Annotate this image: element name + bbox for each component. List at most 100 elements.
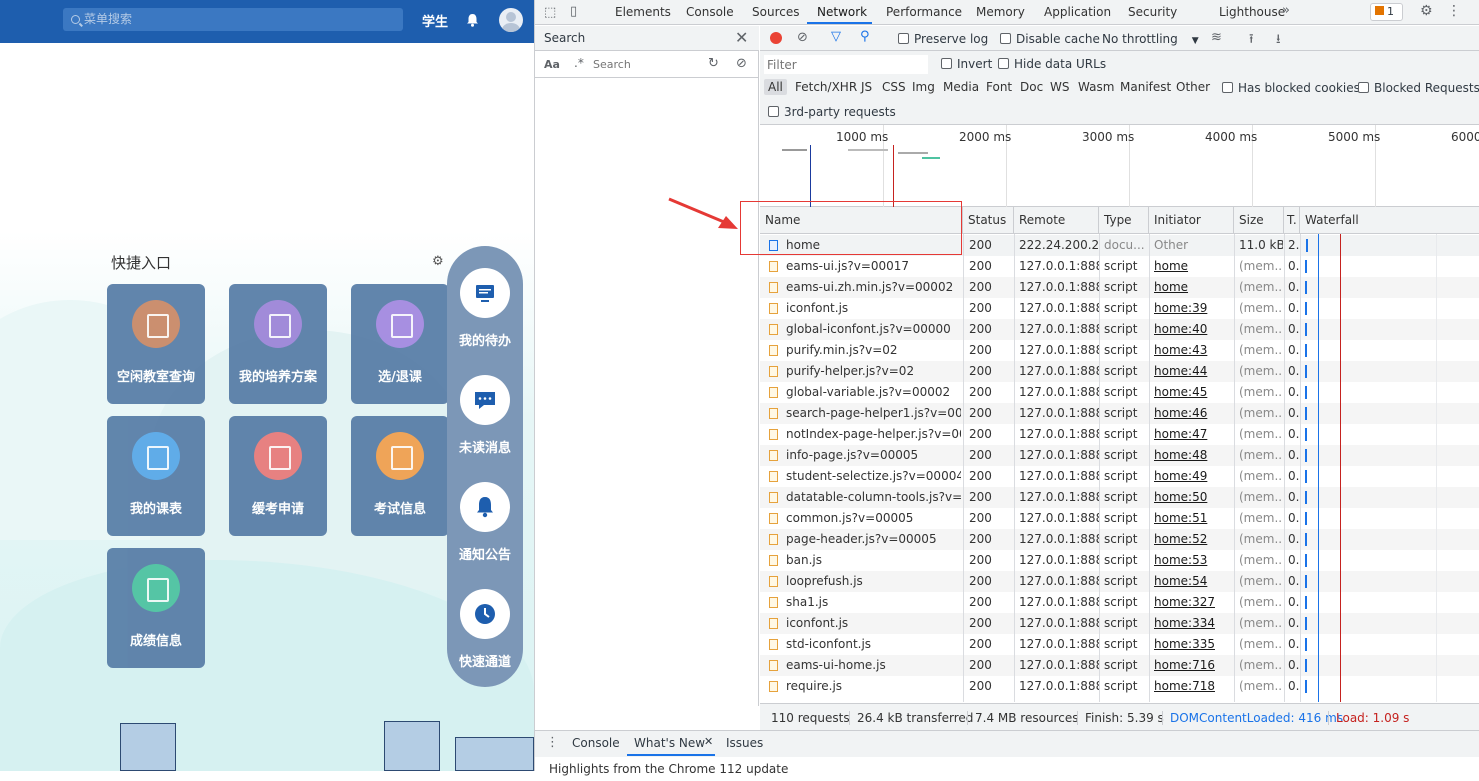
- column-header-size[interactable]: Size: [1234, 207, 1284, 234]
- bell-icon[interactable]: [466, 13, 479, 27]
- tile-free-classroom[interactable]: 空闲教室查询: [107, 284, 205, 404]
- inspect-element-icon[interactable]: ⬚: [544, 5, 556, 20]
- filter-js[interactable]: JS: [861, 80, 872, 94]
- cell-initiator[interactable]: home:49: [1154, 466, 1232, 487]
- cell-initiator[interactable]: home:334: [1154, 613, 1232, 634]
- filter-fetch-xhr[interactable]: Fetch/XHR: [795, 80, 857, 94]
- checkbox[interactable]: [768, 106, 779, 117]
- column-header-type[interactable]: Type: [1099, 207, 1149, 234]
- cell-initiator[interactable]: home:44: [1154, 361, 1232, 382]
- match-case-button[interactable]: Aa: [544, 58, 560, 71]
- cell-initiator[interactable]: home:47: [1154, 424, 1232, 445]
- column-header-status[interactable]: Status: [963, 207, 1014, 234]
- cell-initiator[interactable]: home:51: [1154, 508, 1232, 529]
- table-row[interactable]: std-iconfont.js 200 127.0.0.1:8888 script ho…: [760, 634, 1479, 655]
- tab-elements[interactable]: Elements: [615, 5, 671, 19]
- table-row[interactable]: looprefush.js 200 127.0.0.1:8888 script home…: [760, 571, 1479, 592]
- table-row[interactable]: iconfont.js 200 127.0.0.1:8888 script home:3…: [760, 298, 1479, 319]
- search-icon[interactable]: ⚲: [860, 29, 870, 44]
- table-row[interactable]: purify.min.js?v=02 200 127.0.0.1:8888 scrip…: [760, 340, 1479, 361]
- filter-doc[interactable]: Doc: [1020, 80, 1043, 94]
- checkbox[interactable]: [998, 58, 1009, 69]
- tile-my-timetable[interactable]: 我的课表: [107, 416, 205, 536]
- cell-initiator[interactable]: home:327: [1154, 592, 1232, 613]
- issues-badge[interactable]: 1: [1370, 3, 1403, 21]
- checkbox[interactable]: [941, 58, 952, 69]
- tile-exam-info[interactable]: 考试信息: [351, 416, 449, 536]
- cell-initiator[interactable]: home:716: [1154, 655, 1232, 676]
- table-row[interactable]: student-selectize.js?v=00004 200 127.0.0.1…: [760, 466, 1479, 487]
- close-icon[interactable]: ✕: [735, 28, 748, 47]
- table-row[interactable]: sha1.js 200 127.0.0.1:8888 script home:327 (m…: [760, 592, 1479, 613]
- tab-console[interactable]: Console: [686, 5, 734, 19]
- avatar[interactable]: [499, 8, 523, 32]
- regex-button[interactable]: .*: [574, 56, 584, 70]
- table-row[interactable]: page-header.js?v=00005 200 127.0.0.1:8888 s…: [760, 529, 1479, 550]
- todo-button[interactable]: [460, 268, 510, 318]
- table-row[interactable]: datatable-column-tools.js?v=0... 200 127.0…: [760, 487, 1479, 508]
- tab-lighthouse[interactable]: Lighthouse: [1219, 5, 1285, 19]
- throttling-select[interactable]: No throttling ▼: [1102, 32, 1199, 46]
- disable-cache-checkbox[interactable]: Disable cache: [1000, 32, 1100, 46]
- filter-icon[interactable]: ▽: [831, 29, 841, 44]
- third-party-checkbox[interactable]: 3rd-party requests: [768, 105, 896, 119]
- record-icon[interactable]: [770, 32, 782, 44]
- cell-initiator[interactable]: home: [1154, 277, 1232, 298]
- timeline-overview[interactable]: 1000 ms 2000 ms 3000 ms 4000 ms 5000 ms …: [760, 125, 1479, 207]
- table-row[interactable]: global-iconfont.js?v=00000 200 127.0.0.1:8…: [760, 319, 1479, 340]
- cell-initiator[interactable]: home:52: [1154, 529, 1232, 550]
- more-tabs-icon[interactable]: »: [1282, 3, 1290, 18]
- table-row[interactable]: notIndex-page-helper.js?v=00... 200 127.0.…: [760, 424, 1479, 445]
- menu-search-input[interactable]: 菜单搜索: [63, 8, 403, 31]
- search-input[interactable]: [593, 55, 699, 74]
- filter-media[interactable]: Media: [943, 80, 979, 94]
- drawer-tab-whats-new[interactable]: What's New: [634, 736, 705, 750]
- table-row[interactable]: common.js?v=00005 200 127.0.0.1:8888 script…: [760, 508, 1479, 529]
- filter-wasm[interactable]: Wasm: [1078, 80, 1114, 94]
- table-row[interactable]: ban.js 200 127.0.0.1:8888 script home:53 (mem…: [760, 550, 1479, 571]
- preserve-log-checkbox[interactable]: Preserve log: [898, 32, 988, 46]
- cell-initiator[interactable]: home:718: [1154, 676, 1232, 697]
- tab-sources[interactable]: Sources: [752, 5, 799, 19]
- cell-initiator[interactable]: home:40: [1154, 319, 1232, 340]
- checkbox[interactable]: [898, 33, 909, 44]
- has-blocked-cookies-checkbox[interactable]: Has blocked cookies: [1222, 81, 1360, 95]
- cell-initiator[interactable]: home:39: [1154, 298, 1232, 319]
- gear-icon[interactable]: ⚙: [1420, 3, 1433, 19]
- checkbox[interactable]: [1358, 82, 1369, 93]
- tab-memory[interactable]: Memory: [976, 5, 1025, 19]
- table-row[interactable]: purify-helper.js?v=02 200 127.0.0.1:8888 sc…: [760, 361, 1479, 382]
- cell-initiator[interactable]: home: [1154, 256, 1232, 277]
- filter-font[interactable]: Font: [986, 80, 1012, 94]
- cell-initiator[interactable]: home:45: [1154, 382, 1232, 403]
- table-row[interactable]: search-page-helper1.js?v=00003 200 127.0.0…: [760, 403, 1479, 424]
- close-icon[interactable]: ✕: [704, 735, 713, 748]
- cell-initiator[interactable]: home:43: [1154, 340, 1232, 361]
- tab-network[interactable]: Network: [817, 5, 867, 19]
- gear-icon[interactable]: ⚙: [432, 254, 444, 269]
- filter-css[interactable]: CSS: [882, 80, 906, 94]
- tile-grades[interactable]: 成绩信息: [107, 548, 205, 668]
- filter-img[interactable]: Img: [912, 80, 935, 94]
- drawer-tab-console[interactable]: Console: [572, 736, 620, 750]
- blocked-requests-checkbox[interactable]: Blocked Requests: [1358, 81, 1479, 95]
- hide-data-urls-checkbox[interactable]: Hide data URLs: [998, 57, 1106, 71]
- import-har-icon[interactable]: ⭱: [1249, 30, 1254, 52]
- cell-initiator[interactable]: home:50: [1154, 487, 1232, 508]
- tab-security[interactable]: Security: [1128, 5, 1177, 19]
- table-row[interactable]: require.js 200 127.0.0.1:8888 script home:71…: [760, 676, 1479, 697]
- export-har-icon[interactable]: ⭳: [1276, 30, 1281, 52]
- table-row[interactable]: eams-ui.zh.min.js?v=00002 200 127.0.0.1:88…: [760, 277, 1479, 298]
- drawer-menu-icon[interactable]: ⋮: [546, 735, 559, 750]
- cell-initiator[interactable]: home:53: [1154, 550, 1232, 571]
- unread-messages-button[interactable]: [460, 375, 510, 425]
- cell-initiator[interactable]: home:46: [1154, 403, 1232, 424]
- table-row[interactable]: eams-ui.js?v=00017 200 127.0.0.1:8888 scrip…: [760, 256, 1479, 277]
- tile-exam-deferral[interactable]: 缓考申请: [229, 416, 327, 536]
- tab-performance[interactable]: Performance: [886, 5, 962, 19]
- filter-input[interactable]: [764, 55, 928, 74]
- filter-ws[interactable]: WS: [1050, 80, 1069, 94]
- checkbox[interactable]: [1222, 82, 1233, 93]
- drawer-tab-issues[interactable]: Issues: [726, 736, 763, 750]
- network-conditions-icon[interactable]: ≋: [1211, 30, 1222, 45]
